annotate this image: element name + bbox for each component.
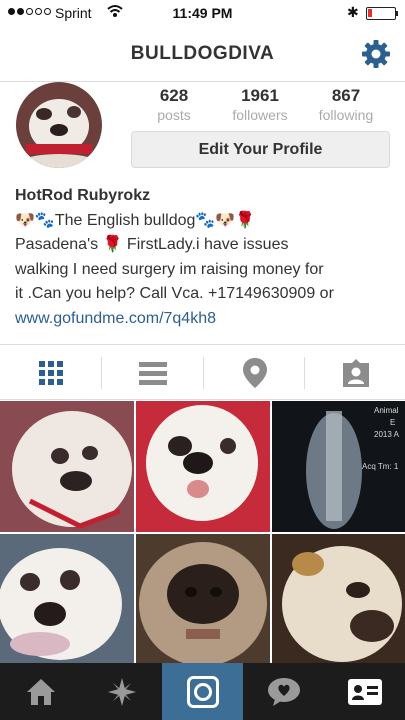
tab-grid-view[interactable] [0,345,101,400]
battery-icon [366,7,396,20]
status-bar: Sprint 11:49 PM ✱ [0,0,405,26]
nav-profile[interactable] [324,663,405,720]
profile-view-tabs [0,344,405,400]
bio-line: Pasadena's 🌹 FirstLady.i have issues [15,236,289,253]
nav-activity[interactable] [243,663,324,720]
following-label: following [318,107,374,123]
camera-icon [186,675,219,708]
photo-thumbnail[interactable] [136,401,270,532]
photo-thumbnail[interactable] [0,401,134,532]
photo-thumbnail[interactable]: Animal E 2013 A Acq Tm: 1 [272,401,405,532]
nav-explore[interactable] [81,663,162,720]
nav-home[interactable] [0,663,81,720]
following-count[interactable]: 867 following [306,86,386,123]
bio-line: it .Can you help? Call Vca. +17149630909… [15,285,334,302]
status-time: 11:49 PM [172,5,233,21]
profile-display-name: HotRod Rubyrokz [15,187,151,204]
nav-camera[interactable] [162,663,243,720]
tab-tagged-photos[interactable] [305,345,405,400]
profile-icon [347,678,382,705]
photo-thumbnail[interactable] [0,534,134,663]
followers-count[interactable]: 1961 followers [220,86,300,123]
followers-label: followers [232,107,288,123]
tab-map-view[interactable] [204,345,305,400]
photo-thumbnail[interactable] [136,534,270,663]
bio-website-link[interactable]: www.gofundme.com/7q4kh8 [15,307,400,332]
grid-icon [38,360,63,385]
xray-overlay-text: Acq Tm: 1 [362,462,399,471]
xray-overlay-text: E [390,418,395,427]
following-number: 867 [331,86,361,105]
edit-profile-button[interactable]: Edit Your Profile [131,131,390,168]
bluetooth-icon: ✱ [347,4,359,20]
bio-line: 🐶🐾The English bulldog🐾🐶🌹 [15,211,256,229]
posts-label: posts [157,107,191,123]
list-icon [138,361,167,385]
bottom-nav [0,663,405,720]
explore-icon [107,677,136,706]
gear-icon[interactable] [360,38,392,70]
home-icon [26,678,55,705]
followers-number: 1961 [241,86,279,105]
photo-thumbnail[interactable] [272,534,405,663]
nav-bar: BULLDOGDIVA [0,26,405,82]
xray-overlay-text: 2013 A [374,430,400,439]
avatar[interactable] [16,82,102,168]
xray-overlay-text: Animal [374,406,399,415]
posts-number: 628 [159,86,189,105]
profile-username-title: BULLDOGDIVA [130,43,275,64]
bio-line: walking I need surgery im raising money … [15,260,324,278]
location-pin-icon [242,357,267,388]
profile-bio: HotRod Rubyrokz 🐶🐾The English bulldog🐾🐶🌹… [15,184,400,331]
activity-icon [267,677,300,706]
tagged-photos-icon [342,358,369,387]
photo-grid: Animal E 2013 A Acq Tm: 1 [0,401,405,663]
posts-count[interactable]: 628 posts [134,86,214,123]
tab-list-view[interactable] [102,345,203,400]
